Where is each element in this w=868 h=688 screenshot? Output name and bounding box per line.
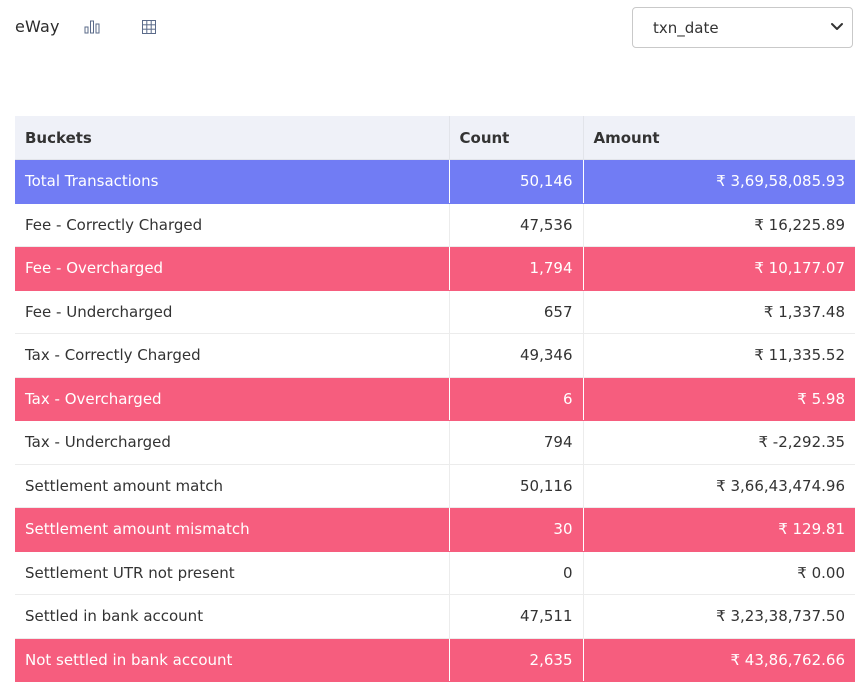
- app-title: eWay: [15, 17, 60, 36]
- cell-bucket: Fee - Undercharged: [15, 290, 450, 334]
- cell-bucket: Settled in bank account: [15, 594, 450, 639]
- buckets-table: Buckets Count Amount Total Transactions 5…: [15, 116, 855, 682]
- cell-amount: ₹ 43,86,762.66: [583, 638, 855, 682]
- cell-amount: ₹ -2,292.35: [583, 420, 855, 465]
- cell-bucket: Tax - Overcharged: [15, 377, 450, 421]
- table-grid-icon[interactable]: [139, 17, 159, 37]
- cell-amount: ₹ 0.00: [583, 551, 855, 595]
- cell-amount: ₹ 1,337.48: [583, 290, 855, 334]
- cell-count: 794: [449, 420, 584, 465]
- table-row[interactable]: Tax - Overcharged 6 ₹ 5.98: [15, 377, 855, 421]
- cell-amount: ₹ 5.98: [583, 377, 855, 421]
- cell-bucket: Not settled in bank account: [15, 638, 450, 682]
- cell-count: 47,511: [449, 594, 584, 639]
- table-row[interactable]: Fee - Correctly Charged 47,536 ₹ 16,225.89: [15, 203, 855, 247]
- table-row[interactable]: Settlement amount match 50,116 ₹ 3,66,43,4…: [15, 464, 855, 508]
- table-row[interactable]: Settlement UTR not present 0 ₹ 0.00: [15, 551, 855, 595]
- cell-bucket: Settlement amount mismatch: [15, 507, 450, 552]
- cell-count: 47,536: [449, 203, 584, 247]
- cell-amount: ₹ 129.81: [583, 507, 855, 552]
- table-row[interactable]: Tax - Undercharged 794 ₹ -2,292.35: [15, 420, 855, 465]
- cell-count: 657: [449, 290, 584, 334]
- cell-amount: ₹ 3,23,38,737.50: [583, 594, 855, 639]
- date-field-select[interactable]: txn_date: [632, 7, 853, 48]
- top-bar: eWay txn_date: [0, 0, 868, 60]
- table-row[interactable]: Settled in bank account 47,511 ₹ 3,23,38,7…: [15, 594, 855, 639]
- table-header-row: Buckets Count Amount: [15, 116, 855, 160]
- cell-count: 2,635: [449, 638, 584, 682]
- cell-amount: ₹ 3,66,43,474.96: [583, 464, 855, 508]
- column-header-buckets[interactable]: Buckets: [15, 116, 450, 160]
- cell-bucket: Fee - Overcharged: [15, 246, 450, 291]
- cell-count: 50,146: [449, 159, 584, 204]
- cell-bucket: Settlement UTR not present: [15, 551, 450, 595]
- cell-count: 6: [449, 377, 584, 421]
- cell-bucket: Fee - Correctly Charged: [15, 203, 450, 247]
- cell-count: 50,116: [449, 464, 584, 508]
- table-row[interactable]: Fee - Undercharged 657 ₹ 1,337.48: [15, 290, 855, 334]
- table-row[interactable]: Tax - Correctly Charged 49,346 ₹ 11,335.52: [15, 333, 855, 378]
- table-grid-icon-glyph: [142, 20, 156, 34]
- bar-chart-icon-glyph: [84, 20, 100, 34]
- column-header-count[interactable]: Count: [449, 116, 584, 160]
- cell-count: 30: [449, 507, 584, 552]
- chevron-down-icon: [831, 23, 843, 30]
- cell-count: 49,346: [449, 333, 584, 378]
- table-row[interactable]: Settlement amount mismatch 30 ₹ 129.81: [15, 507, 855, 552]
- cell-bucket: Total Transactions: [15, 159, 450, 204]
- cell-bucket: Tax - Undercharged: [15, 420, 450, 465]
- cell-count: 1,794: [449, 246, 584, 291]
- column-header-amount[interactable]: Amount: [583, 116, 855, 160]
- cell-bucket: Tax - Correctly Charged: [15, 333, 450, 378]
- cell-amount: ₹ 16,225.89: [583, 203, 855, 247]
- table-row[interactable]: Fee - Overcharged 1,794 ₹ 10,177.07: [15, 246, 855, 291]
- bar-chart-icon[interactable]: [82, 17, 102, 37]
- table-row[interactable]: Total Transactions 50,146 ₹ 3,69,58,085.93: [15, 159, 855, 204]
- cell-amount: ₹ 3,69,58,085.93: [583, 159, 855, 204]
- cell-bucket: Settlement amount match: [15, 464, 450, 508]
- date-field-select-value: txn_date: [653, 19, 719, 37]
- cell-amount: ₹ 10,177.07: [583, 246, 855, 291]
- cell-amount: ₹ 11,335.52: [583, 333, 855, 378]
- cell-count: 0: [449, 551, 584, 595]
- table-row[interactable]: Not settled in bank account 2,635 ₹ 43,86,…: [15, 638, 855, 682]
